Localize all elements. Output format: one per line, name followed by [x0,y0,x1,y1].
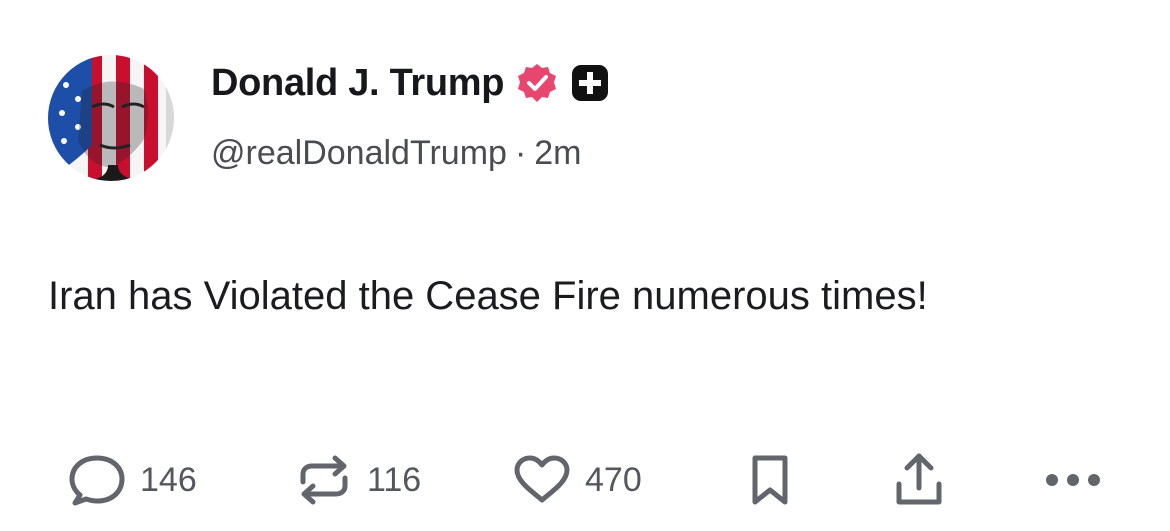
more-dots-icon [1042,470,1104,490]
share-button[interactable] [891,448,947,512]
retruth-count: 116 [367,460,422,499]
bookmark-icon [745,452,795,508]
post-text: Iran has Violated the Cease Fire numerou… [48,274,928,318]
heart-icon [511,454,573,506]
reply-button[interactable]: 146 [66,448,197,512]
share-upload-icon [891,450,947,510]
repost-arrows-icon [293,454,355,506]
post-timestamp[interactable]: 2m [534,134,581,172]
verified-badge-icon [516,62,558,104]
speech-bubble-icon [66,454,128,506]
retruth-button[interactable]: 116 [293,448,421,512]
display-name[interactable]: Donald J. Trump [211,62,505,105]
reply-count: 146 [140,460,197,499]
like-button[interactable]: 470 [511,448,642,512]
like-count: 470 [585,460,642,499]
avatar[interactable] [48,55,174,181]
truth-plus-badge-icon [570,63,610,103]
handle[interactable]: @realDonaldTrump [211,134,507,172]
post-card: Donald J. Trump @realDonaldTrump · 2m Iran… [0,0,1170,531]
more-options-button[interactable] [1042,448,1104,512]
bookmark-button[interactable] [745,448,795,512]
handle-row: @realDonaldTrump · 2m [211,134,582,173]
action-bar: 146 116 470 [0,448,1170,512]
meta-separator: · [514,134,527,172]
author-name-row: Donald J. Trump [211,58,610,108]
